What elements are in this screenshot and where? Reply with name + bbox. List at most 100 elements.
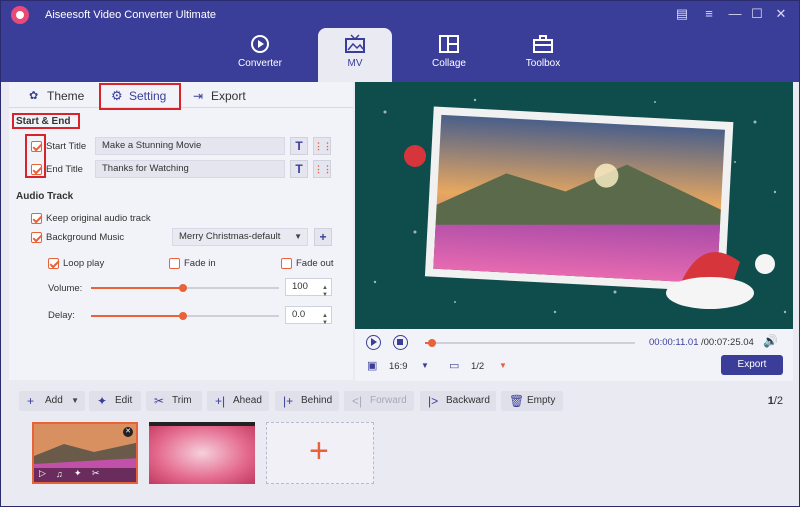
add-music-button[interactable]: + [314,228,332,246]
delay-slider[interactable] [91,312,279,320]
add-clip-button[interactable]: + [266,422,374,484]
current-time: 00:00:11.01 [649,337,699,348]
top-bar: Aiseesoft Video Converter Ultimate ▤ ≡ —… [1,1,799,82]
volume-label: Volume: [48,283,83,294]
add-button[interactable]: + Add ▼ [19,391,85,411]
behind-button[interactable]: |+ Behind [275,391,339,411]
subtab-theme[interactable]: ✿ Theme [27,85,84,107]
ahead-icon: +| [215,394,226,408]
delay-stepper[interactable]: 0.0 ▲ ▼ [285,306,332,326]
play-button[interactable] [366,335,381,350]
subtab-theme-label: Theme [47,89,85,103]
menu-icon[interactable]: ≡ [698,5,720,23]
maximize-icon[interactable]: ☐ [746,5,768,23]
volume-slider-knob[interactable] [179,284,187,292]
forward-button[interactable]: <| Forward [344,391,414,411]
delay-value: 0.0 [292,309,306,320]
app-title: Aiseesoft Video Converter Ultimate [45,9,216,21]
loop-play-checkbox[interactable] [48,258,59,269]
fade-in-checkbox[interactable] [169,258,180,269]
minimize-icon[interactable]: — [724,5,746,23]
close-icon[interactable]: ✕ [770,5,792,23]
tab-collage-label: Collage [432,58,466,69]
fade-out-checkbox[interactable] [281,258,292,269]
aspect-ratio-icon: ▣ [367,360,378,372]
tab-collage[interactable]: Collage [412,28,486,82]
backward-button[interactable]: |> Backward [420,391,496,411]
clip-play-icon[interactable]: ▷ [39,468,46,479]
clip-toolbar: + Add ▼ ✦ Edit ✂ Trim +| Ahead |+ Behind… [9,382,793,417]
remove-clip-icon[interactable]: ✕ [123,427,133,437]
total-time: /00:07:25.04 [701,337,754,348]
subtab-bar: ✿ Theme ⚙ Setting ⇥ Export [9,82,353,108]
edit-button[interactable]: ✦ Edit [89,391,141,411]
volume-slider[interactable] [91,284,279,292]
behind-label: Behind [301,395,333,406]
keep-original-audio-checkbox[interactable] [31,213,42,224]
aspect-dropdown-icon[interactable]: ▼ [421,361,429,370]
clip-2[interactable] [149,422,255,484]
tab-mv[interactable]: MV [318,28,392,82]
trim-button[interactable]: ✂ Trim [146,391,202,411]
stop-button[interactable] [393,335,408,350]
tab-mv-label: MV [347,58,363,69]
page-indicator: 1/2 [471,361,485,372]
theme-icon: ✿ [29,90,39,102]
end-title-text-style-button[interactable]: T [290,160,308,178]
tab-converter[interactable]: Converter [223,28,297,82]
setting-tab-highlight [99,83,181,110]
backward-label: Backward [446,395,490,406]
delay-slider-knob[interactable] [179,312,187,320]
checkbox-highlight [25,134,46,178]
fade-in-label: Fade in [184,258,216,269]
background-music-label: Background Music [46,232,125,243]
behind-icon: |+ [283,394,294,408]
converter-icon [251,35,269,53]
clip-edit-icon[interactable]: ✦ [74,468,82,479]
tab-toolbox[interactable]: Toolbox [506,28,580,82]
background-music-checkbox[interactable] [31,232,42,243]
video-preview[interactable] [355,82,793,329]
subtab-export[interactable]: ⇥ Export [191,85,246,107]
delay-down-icon[interactable]: ▼ [322,315,328,331]
volume-icon[interactable]: 🔊 [763,334,778,348]
feedback-icon[interactable]: ▤ [671,5,693,23]
mv-icon [345,34,365,53]
volume-stepper[interactable]: 100 ▲ ▼ [285,278,332,298]
play-icon [371,338,377,346]
export-button[interactable]: Export [721,355,783,375]
backward-icon: |> [428,394,439,408]
end-title-color-button[interactable]: ⋮⋮ [313,160,332,178]
loop-play-label: Loop play [63,258,105,269]
aspect-ratio-value[interactable]: 16:9 [389,361,408,372]
empty-button[interactable]: 🗑 Empty [501,391,563,411]
start-title-input[interactable]: Make a Stunning Movie [95,137,285,155]
clip-trim-icon[interactable]: ✂ [92,468,100,479]
pager-total: /2 [773,395,783,407]
music-select[interactable]: Merry Christmas-default ▼ [172,228,308,246]
edit-label: Edit [115,395,133,406]
forward-icon: <| [352,394,363,408]
clip-audio-icon[interactable]: ♫ [56,469,63,479]
playback-controls: 00:00:11.01 /00:07:25.04 🔊 ▣ 16:9 ▼ ▭ 1/… [355,329,793,381]
clip-1[interactable]: ✕ ▷ ♫ ✦ ✂ [32,422,138,484]
subtab-export-label: Export [211,89,246,103]
trim-label: Trim [172,395,192,406]
volume-slider-fill [91,287,183,289]
add-dropdown-icon[interactable]: ▼ [71,391,79,411]
ahead-button[interactable]: +| Ahead [207,391,269,411]
audio-track-title: Audio Track [16,191,74,202]
progress-knob[interactable] [428,339,436,347]
start-title-color-button[interactable]: ⋮⋮ [313,137,332,155]
start-title-text-style-button[interactable]: T [290,137,308,155]
plus-icon: + [27,394,35,408]
page-dropdown-icon[interactable]: ▼ [499,361,507,370]
volume-down-icon[interactable]: ▼ [322,287,328,303]
timeline: ✕ ▷ ♫ ✦ ✂ + [9,417,793,501]
empty-label: Empty [527,395,556,406]
end-title-input[interactable]: Thanks for Watching [95,160,285,178]
stop-icon [397,339,403,345]
progress-slider[interactable] [425,339,635,347]
tab-toolbox-label: Toolbox [525,58,561,69]
monitor-icon: ▭ [449,360,460,372]
